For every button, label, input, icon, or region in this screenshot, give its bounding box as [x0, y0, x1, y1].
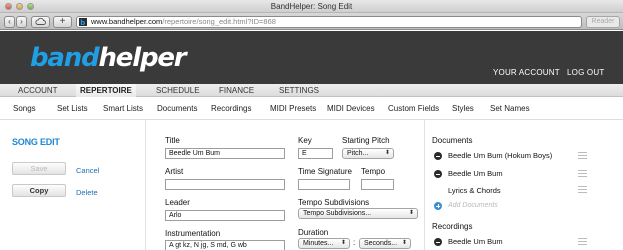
duration-separator: :	[353, 238, 356, 247]
document-item[interactable]: Beedle Um Bum	[448, 169, 503, 178]
select-arrows-icon: ⬍	[408, 210, 414, 216]
key-field[interactable]: E	[298, 148, 333, 159]
instrumentation-label: Instrumentation	[165, 229, 221, 238]
chevron-right-icon: ›	[20, 17, 23, 26]
nav-finance[interactable]: FINANCE	[215, 84, 258, 97]
browser-toolbar: ‹ › + www.bandhelper.com/repertoire/song…	[0, 13, 623, 30]
url-path: /repertoire/song_edit.html?ID=868	[162, 17, 276, 26]
url-host: www.bandhelper.com	[91, 17, 163, 26]
tempo-subdivisions-value: Tempo Subdivisions...	[303, 210, 372, 217]
document-item[interactable]: Beedle Um Bum (Hokum Boys)	[448, 151, 552, 160]
window-title: BandHelper: Song Edit	[270, 2, 353, 11]
title-field[interactable]: Beedle Um Bum	[165, 148, 285, 159]
documents-title: Documents	[432, 136, 473, 145]
drag-handle-icon[interactable]	[578, 170, 587, 177]
plus-icon: +	[59, 16, 66, 27]
select-arrows-icon: ⬍	[340, 240, 346, 246]
drag-handle-icon[interactable]	[578, 186, 587, 193]
remove-recording-icon[interactable]	[434, 238, 442, 246]
starting-pitch-label: Starting Pitch	[342, 136, 390, 145]
subnav-styles[interactable]: Styles	[452, 104, 474, 113]
tempo-field[interactable]	[361, 179, 394, 190]
main-nav: ACCOUNT REPERTOIRE SCHEDULE FINANCE SETT…	[0, 84, 623, 97]
subnav-set-names[interactable]: Set Names	[490, 104, 530, 113]
artist-label: Artist	[165, 167, 184, 176]
nav-schedule[interactable]: SCHEDULE	[152, 84, 204, 97]
zoom-window-icon[interactable]	[27, 3, 34, 10]
subnav-midi-devices[interactable]: MIDI Devices	[327, 104, 375, 113]
subnav-recordings[interactable]: Recordings	[211, 104, 251, 113]
starting-pitch-value: Pitch...	[347, 150, 369, 157]
cancel-link[interactable]: Cancel	[76, 166, 99, 175]
subnav-songs[interactable]: Songs	[13, 104, 36, 113]
select-arrows-icon: ⬍	[401, 240, 407, 246]
page-title: SONG EDIT	[12, 137, 60, 147]
minimize-window-icon[interactable]	[16, 3, 23, 10]
duration-minutes-select[interactable]: Minutes... ⬍	[298, 238, 350, 249]
artist-field[interactable]	[165, 179, 285, 190]
duration-seconds-value: Seconds...	[364, 240, 398, 247]
chevron-left-icon: ‹	[8, 17, 11, 26]
icloud-tabs-button[interactable]	[31, 16, 50, 28]
nav-settings[interactable]: SETTINGS	[275, 84, 323, 97]
app-header: bandhelper YOUR ACCOUNT LOG OUT	[0, 31, 623, 84]
nav-repertoire[interactable]: REPERTOIRE	[76, 84, 136, 97]
reader-button[interactable]: Reader	[586, 16, 620, 28]
drag-handle-icon[interactable]	[578, 238, 587, 245]
cloud-icon	[35, 17, 46, 25]
time-signature-label: Time Signature	[298, 167, 352, 176]
documents-divider	[424, 120, 425, 250]
leader-label: Leader	[165, 198, 190, 207]
subnav-custom-fields[interactable]: Custom Fields	[388, 104, 439, 113]
back-button[interactable]: ‹	[4, 16, 15, 28]
starting-pitch-select[interactable]: Pitch... ⬍	[342, 148, 394, 159]
bandhelper-logo[interactable]: bandhelper	[30, 43, 187, 73]
tempo-subdivisions-select[interactable]: Tempo Subdivisions... ⬍	[298, 208, 418, 219]
your-account-link[interactable]: YOUR ACCOUNT	[493, 68, 560, 77]
remove-document-icon[interactable]	[434, 170, 442, 178]
add-documents-link[interactable]: Add Documents	[448, 202, 498, 209]
recordings-title: Recordings	[432, 222, 473, 231]
logo-part-helper: helper	[98, 43, 186, 73]
tempo-label: Tempo	[361, 167, 386, 176]
add-documents-icon[interactable]	[434, 202, 442, 210]
remove-document-icon[interactable]	[434, 152, 442, 160]
subnav-documents[interactable]: Documents	[157, 104, 197, 113]
add-bookmark-button[interactable]: +	[53, 16, 72, 28]
recording-item[interactable]: Beedle Um Bum	[448, 237, 503, 246]
leader-field[interactable]: Arlo	[165, 210, 285, 221]
time-signature-field[interactable]	[298, 179, 350, 190]
svg-text:b: b	[80, 19, 85, 26]
window-titlebar: BandHelper: Song Edit	[0, 0, 623, 13]
sub-nav: Songs Set Lists Smart Lists Documents Re…	[0, 98, 623, 120]
subnav-smart-lists[interactable]: Smart Lists	[103, 104, 143, 113]
copy-button[interactable]: Copy	[12, 184, 66, 197]
title-label: Title	[165, 136, 180, 145]
logo-part-band: band	[30, 43, 100, 73]
drag-handle-icon[interactable]	[578, 152, 587, 159]
duration-minutes-value: Minutes...	[303, 240, 334, 247]
duration-label: Duration	[298, 228, 329, 237]
subnav-midi-presets[interactable]: MIDI Presets	[270, 104, 316, 113]
delete-link[interactable]: Delete	[76, 188, 98, 197]
forward-button[interactable]: ›	[16, 16, 27, 28]
subnav-set-lists[interactable]: Set Lists	[57, 104, 88, 113]
instrumentation-field[interactable]: A gt kz, N jg, S md, G wb	[165, 240, 285, 250]
tempo-subdivisions-label: Tempo Subdivisions	[298, 198, 370, 207]
nav-account[interactable]: ACCOUNT	[14, 84, 62, 97]
sidebar-divider	[145, 120, 146, 250]
close-window-icon[interactable]	[5, 3, 12, 10]
select-arrows-icon: ⬍	[384, 150, 390, 156]
document-item[interactable]: Lyrics & Chords	[448, 186, 501, 195]
save-button[interactable]: Save	[12, 162, 66, 175]
site-favicon-icon: b	[79, 18, 87, 27]
log-out-link[interactable]: LOG OUT	[567, 68, 604, 77]
duration-seconds-select[interactable]: Seconds... ⬍	[359, 238, 411, 249]
address-bar[interactable]: www.bandhelper.com/repertoire/song_edit.…	[76, 16, 582, 28]
key-label: Key	[298, 136, 312, 145]
